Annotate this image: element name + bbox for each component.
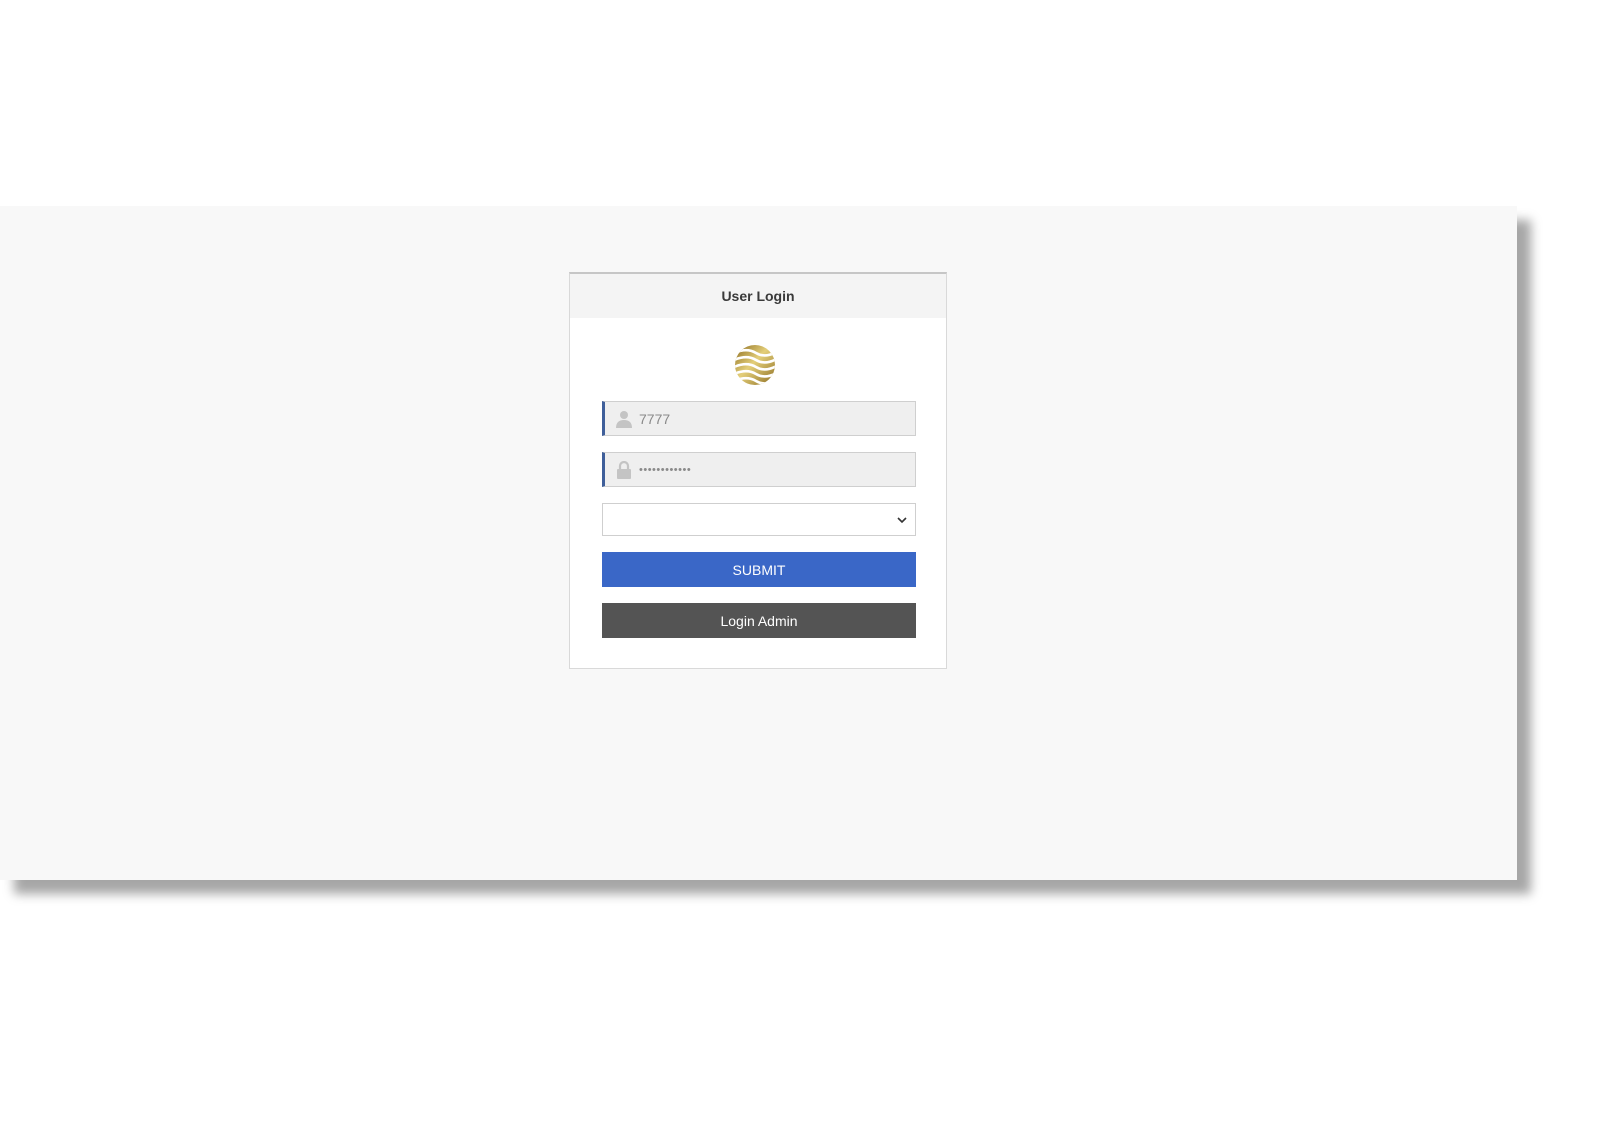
username-input[interactable] bbox=[639, 410, 899, 427]
role-select[interactable] bbox=[602, 503, 916, 536]
password-field[interactable]: •••••••••••• bbox=[602, 452, 916, 487]
company-logo-icon bbox=[735, 345, 775, 385]
login-card-title: User Login bbox=[570, 274, 946, 318]
chevron-down-icon bbox=[897, 517, 907, 524]
login-page: User Login 7777 •••••••••••• SUBMIT Logi… bbox=[0, 206, 1517, 880]
password-input[interactable]: •••••••••••• bbox=[639, 464, 691, 476]
login-card: User Login 7777 •••••••••••• SUBMIT Logi… bbox=[569, 272, 947, 669]
username-field[interactable] bbox=[602, 401, 916, 436]
submit-button[interactable]: SUBMIT bbox=[602, 552, 916, 587]
user-icon bbox=[614, 409, 634, 429]
lock-icon bbox=[614, 460, 634, 480]
login-admin-button[interactable]: Login Admin bbox=[602, 603, 916, 638]
